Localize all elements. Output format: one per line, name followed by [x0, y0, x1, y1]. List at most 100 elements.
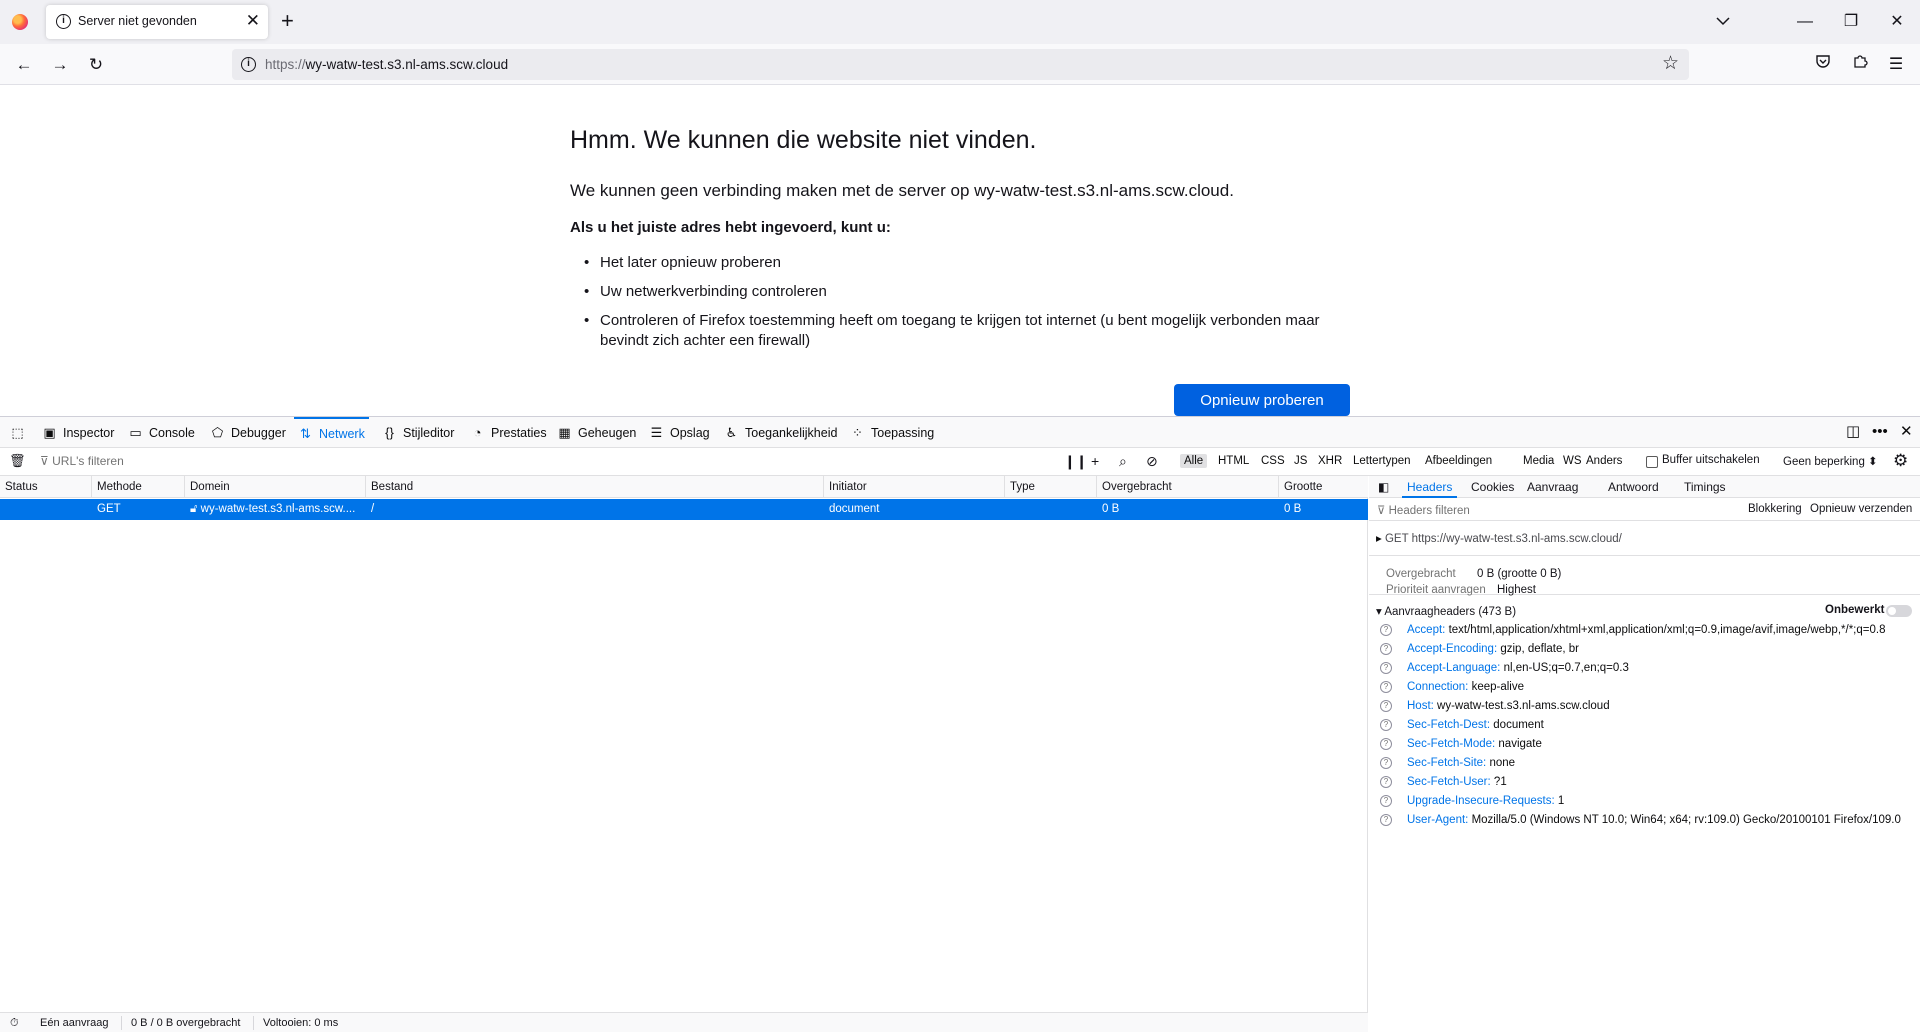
header-row[interactable]: ? Accept-Encoding: gzip, deflate, br	[1369, 641, 1920, 657]
help-question-icon[interactable]: ?	[1380, 795, 1392, 807]
help-question-icon[interactable]: ?	[1380, 681, 1392, 693]
network-status-bar: ⏱ Eén aanvraag 0 B / 0 B overgebracht Vo…	[0, 1012, 1368, 1032]
close-tab-icon[interactable]: ✕	[246, 11, 260, 31]
devtools-toolbar: ⬚ ▣ Inspector ▭ Console ⬠ Debugger ⇅ Netwerk…	[0, 417, 1920, 448]
filter-other[interactable]: Anders	[1582, 454, 1626, 468]
tab-timings[interactable]: Timings	[1679, 476, 1731, 498]
help-question-icon[interactable]: ?	[1380, 700, 1392, 712]
header-row[interactable]: ? User-Agent: Mozilla/5.0 (Windows NT 10.…	[1369, 812, 1920, 828]
filter-xhr[interactable]: XHR	[1314, 454, 1346, 468]
new-tab-button[interactable]: +	[281, 8, 294, 34]
help-question-icon[interactable]: ?	[1380, 719, 1392, 731]
resend-button[interactable]: Opnieuw verzenden	[1810, 503, 1912, 515]
tab-cookies[interactable]: Cookies	[1466, 476, 1519, 498]
add-request-icon[interactable]: +	[1091, 452, 1099, 470]
panel-toggle-icon[interactable]: ◧	[1373, 476, 1394, 498]
site-info-icon[interactable]: i	[241, 57, 256, 72]
header-row[interactable]: ? Sec-Fetch-Site: none	[1369, 755, 1920, 771]
tab-storage[interactable]: ☰ Opslag	[645, 417, 714, 448]
tab-console[interactable]: ▭ Console	[124, 417, 199, 448]
filter-fonts[interactable]: Lettertypen	[1349, 454, 1415, 468]
header-row[interactable]: ? Accept: text/html,application/xhtml+xml…	[1369, 622, 1920, 638]
raw-toggle-switch[interactable]	[1886, 605, 1912, 617]
more-options-icon[interactable]: •••	[1872, 423, 1888, 441]
pause-icon[interactable]: ❙❙	[1064, 452, 1087, 470]
style-braces-icon: {}	[385, 425, 394, 440]
tab-response[interactable]: Antwoord	[1603, 476, 1664, 498]
tab-request[interactable]: Aanvraag	[1522, 476, 1583, 498]
filter-all[interactable]: Alle	[1180, 454, 1208, 468]
help-question-icon[interactable]: ?	[1380, 776, 1392, 788]
table-row[interactable]: GET 🔓︎ wy-watw-test.s3.nl-ams.scw.... / …	[0, 499, 1368, 520]
request-general-line[interactable]: ▸ GET https://wy-watw-test.s3.nl-ams.scw…	[1376, 531, 1622, 545]
help-question-icon[interactable]: ?	[1380, 624, 1392, 636]
pocket-icon[interactable]	[1811, 53, 1835, 77]
reload-icon[interactable]: ↻	[83, 52, 109, 78]
header-row[interactable]: ? Sec-Fetch-Dest: document	[1369, 717, 1920, 733]
column-type[interactable]: Type	[1005, 476, 1097, 498]
firefox-logo-icon[interactable]	[12, 14, 28, 30]
disable-cache-checkbox[interactable]	[1646, 456, 1658, 468]
block-url-icon[interactable]: ⊘	[1146, 452, 1158, 470]
tab-active[interactable]: i Server niet gevonden ✕	[46, 5, 268, 39]
column-size[interactable]: Grootte	[1279, 476, 1368, 498]
bookmark-star-icon[interactable]: ☆	[1662, 53, 1679, 75]
extensions-puzzle-icon[interactable]	[1848, 53, 1872, 77]
column-method[interactable]: Methode	[92, 476, 185, 498]
close-devtools-icon[interactable]: ✕	[1900, 423, 1913, 441]
search-icon[interactable]: ⌕	[1119, 452, 1127, 470]
minimize-window-button[interactable]: —	[1782, 6, 1828, 38]
throttling-select[interactable]: Geen beperking ⬍	[1783, 454, 1878, 468]
column-initiator[interactable]: Initiator	[824, 476, 1005, 498]
tab-headers[interactable]: Headers	[1402, 476, 1458, 498]
header-row[interactable]: ? Sec-Fetch-User: ?1	[1369, 774, 1920, 790]
close-window-button[interactable]: ✕	[1874, 6, 1920, 38]
filter-media[interactable]: Media	[1519, 454, 1558, 468]
help-question-icon[interactable]: ?	[1380, 814, 1392, 826]
url-filter-input[interactable]: ⊽ URL's filteren	[40, 454, 124, 468]
url-text[interactable]: https://wy-watw-test.s3.nl-ams.scw.cloud	[265, 57, 508, 72]
tab-list-chevron-icon[interactable]	[1712, 10, 1734, 32]
menu-hamburger-icon[interactable]: ☰	[1884, 53, 1908, 77]
help-question-icon[interactable]: ?	[1380, 662, 1392, 674]
header-row[interactable]: ? Accept-Language: nl,en-US;q=0.7,en;q=0.…	[1369, 660, 1920, 676]
filter-css[interactable]: CSS	[1257, 454, 1289, 468]
help-question-icon[interactable]: ?	[1380, 757, 1392, 769]
tab-performance[interactable]: ◔ Prestaties	[466, 417, 551, 448]
dock-side-icon[interactable]: ◫	[1846, 423, 1860, 441]
request-headers-section-toggle[interactable]: ▾ Aanvraagheaders (473 B)	[1376, 604, 1516, 618]
blocking-button[interactable]: Blokkering	[1748, 503, 1802, 515]
tab-inspector[interactable]: ▣ Inspector	[38, 417, 118, 448]
help-question-icon[interactable]: ?	[1380, 738, 1392, 750]
column-domain[interactable]: Domein	[185, 476, 366, 498]
stopwatch-icon[interactable]: ⏱	[10, 1017, 19, 1030]
column-transferred[interactable]: Overgebracht	[1097, 476, 1279, 498]
tab-accessibility[interactable]: ♿ Toegankelijkheid	[720, 417, 841, 448]
tab-network[interactable]: ⇅ Netwerk	[294, 417, 369, 448]
column-file[interactable]: Bestand	[366, 476, 824, 498]
element-picker-icon[interactable]: ⬚	[6, 417, 29, 448]
restore-window-button[interactable]: ❐	[1828, 6, 1874, 38]
headers-filter-input[interactable]: ⊽ Headers filteren	[1377, 503, 1470, 517]
address-bar[interactable]: i https://wy-watw-test.s3.nl-ams.scw.clo…	[232, 49, 1689, 80]
header-row[interactable]: ? Host: wy-watw-test.s3.nl-ams.scw.cloud	[1369, 698, 1920, 714]
column-status[interactable]: Status	[0, 476, 92, 498]
forward-arrow-icon[interactable]: →	[47, 52, 73, 78]
back-arrow-icon[interactable]: ←	[11, 52, 37, 78]
clear-trash-icon[interactable]: 🗑	[9, 453, 26, 469]
tab-application[interactable]: ⁘ Toepassing	[846, 417, 938, 448]
header-row[interactable]: ? Upgrade-Insecure-Requests: 1	[1369, 793, 1920, 809]
retry-button[interactable]: Opnieuw proberen	[1174, 384, 1350, 416]
header-row[interactable]: ? Sec-Fetch-Mode: navigate	[1369, 736, 1920, 752]
tab-style-editor[interactable]: {} Stijleditor	[378, 417, 458, 448]
tab-memory[interactable]: ▦ Geheugen	[553, 417, 640, 448]
help-question-icon[interactable]: ?	[1380, 643, 1392, 655]
separator	[121, 1016, 122, 1030]
header-row[interactable]: ? Connection: keep-alive	[1369, 679, 1920, 695]
filter-js[interactable]: JS	[1290, 454, 1311, 468]
tab-debugger[interactable]: ⬠ Debugger	[206, 417, 290, 448]
network-settings-gear-icon[interactable]: ⚙	[1893, 451, 1908, 471]
request-list-header: Status Methode Domein Bestand Initiator …	[0, 476, 1368, 498]
filter-html[interactable]: HTML	[1214, 454, 1253, 468]
filter-images[interactable]: Afbeeldingen	[1421, 454, 1496, 468]
